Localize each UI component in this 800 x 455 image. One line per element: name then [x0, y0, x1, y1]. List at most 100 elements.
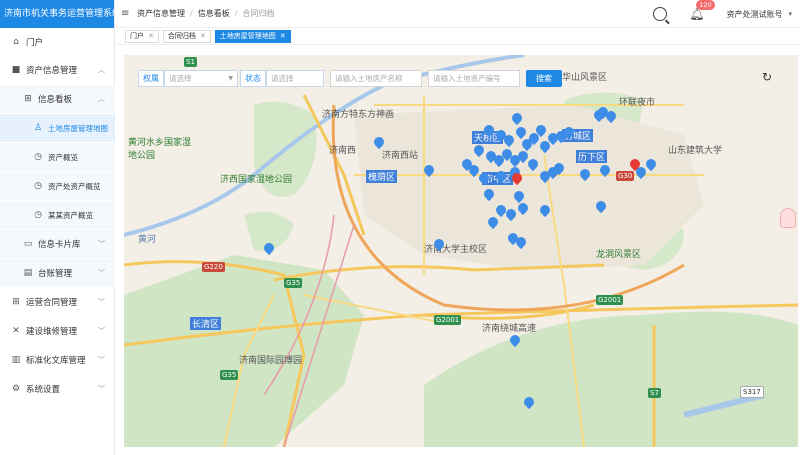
close-icon[interactable]: ✕	[200, 31, 206, 42]
asset-pin-icon[interactable]	[554, 163, 564, 177]
asset-pin-icon[interactable]	[646, 159, 656, 173]
asset-pin-icon[interactable]	[528, 159, 538, 173]
asset-pin-icon[interactable]	[264, 243, 274, 257]
asset-pin-icon[interactable]	[536, 125, 546, 139]
chevron-down-icon[interactable]: ▾	[788, 10, 792, 18]
asset-pin-icon[interactable]	[540, 205, 550, 219]
refresh-icon[interactable]: ↻	[762, 70, 772, 84]
asset-pin-icon[interactable]	[474, 145, 484, 159]
sidebar-item-construction[interactable]: ✕ 建设维修管理 ﹀	[0, 317, 115, 345]
chevron-up-icon: ︿	[98, 95, 105, 103]
car-icon: ■	[11, 65, 21, 75]
sidebar-item-settings[interactable]: ⚙ 系统设置 ﹀	[0, 375, 115, 403]
tab-land-map[interactable]: 土地房屋管理地图 ✕	[214, 29, 291, 43]
map-label: 华山风景区	[562, 73, 608, 83]
notification-badge: 120	[696, 0, 715, 10]
tools-icon: ✕	[12, 326, 20, 336]
sidebar-item-label: 某某资产概览	[48, 210, 93, 220]
asset-pin-icon[interactable]	[479, 173, 489, 187]
asset-pin-icon[interactable]	[600, 165, 610, 179]
ownership-label: 权属	[138, 70, 164, 87]
sidebar-item-dept-asset-overview[interactable]: ◷ 资产处资产概览	[0, 172, 115, 200]
monitor-icon: ▭	[23, 239, 33, 249]
asset-pin-icon[interactable]	[484, 189, 494, 203]
clock-icon: ◷	[34, 210, 42, 220]
asset-pin-icon[interactable]	[374, 137, 384, 151]
tab-contract-archive[interactable]: 合同归档 ✕	[162, 29, 211, 43]
gear-icon: ⚙	[11, 384, 21, 394]
asset-pin-icon[interactable]	[518, 151, 528, 165]
status-select[interactable]: 请选择	[266, 70, 324, 87]
tab-label: 土地房屋管理地图	[219, 31, 276, 40]
app-title: 济南市机关事务运营管理系统	[0, 0, 114, 28]
road-shield: S317	[740, 386, 764, 398]
chevron-down-icon: ﹀	[98, 327, 105, 335]
asset-pin-icon[interactable]	[488, 217, 498, 231]
asset-name-input[interactable]: 请输入土地房产名称	[330, 70, 422, 87]
road-shield: G2001	[596, 295, 624, 305]
tab-portal[interactable]: 门户 ✕	[125, 29, 159, 43]
clock-icon: ◷	[34, 181, 42, 191]
asset-pin-icon[interactable]	[496, 171, 506, 185]
asset-pin-icon[interactable]	[434, 239, 444, 253]
sidebar-item-ledger[interactable]: ▤ 台账管理 ﹀	[0, 259, 115, 287]
sidebar-item-info-cards[interactable]: ▭ 信息卡片库 ﹀	[0, 230, 115, 258]
breadcrumb-item[interactable]: 资产信息管理	[137, 8, 185, 19]
search-button[interactable]: 搜索	[526, 70, 562, 87]
asset-pin-icon[interactable]	[606, 111, 616, 125]
sidebar-item-other-asset-overview[interactable]: ◷ 某某资产概览	[0, 201, 115, 229]
sidebar-item-label: 台账管理	[38, 269, 73, 279]
asset-pin-icon[interactable]	[580, 169, 590, 183]
document-icon: ▤	[23, 268, 33, 278]
assistant-avatar[interactable]	[780, 208, 796, 228]
road-shield: G35	[284, 278, 303, 288]
sidebar-item-asset-overview[interactable]: ◷ 资产概览	[0, 143, 115, 171]
map-label: 济南西	[329, 146, 357, 156]
chevron-up-icon: ︿	[98, 66, 105, 74]
sidebar-item-asset-info[interactable]: ■ 资产信息管理 ︿	[0, 56, 115, 84]
sidebar-item-label: 信息看板	[38, 95, 73, 105]
asset-pin-icon[interactable]	[510, 335, 520, 349]
asset-pin-icon[interactable]	[516, 237, 526, 251]
chevron-down-icon: ﹀	[98, 356, 105, 364]
ownership-select[interactable]: 请选择 ▼	[164, 70, 238, 87]
chevron-down-icon: ﹀	[98, 298, 105, 306]
close-icon[interactable]: ✕	[148, 31, 154, 42]
asset-code-input[interactable]: 请输入土地资产编号	[428, 70, 520, 87]
sidebar-item-label: 门户	[26, 38, 44, 48]
map-label: 黄河	[138, 235, 157, 245]
asset-pin-icon[interactable]	[506, 209, 516, 223]
selected-pin-icon[interactable]	[512, 173, 522, 187]
sidebar-item-label: 建设维修管理	[26, 327, 78, 337]
grid-icon: ⊞	[12, 297, 20, 307]
asset-pin-icon[interactable]	[518, 203, 528, 217]
map-label: 济南方特东方神画	[322, 110, 395, 120]
sidebar-item-land-map[interactable]: ♙ 土地房屋管理地图	[0, 114, 115, 142]
bell-icon[interactable]: 🔔︎ 120	[689, 0, 715, 21]
asset-pin-icon[interactable]	[524, 397, 534, 411]
sidebar-item-label: 资产概览	[48, 152, 78, 162]
asset-pin-icon[interactable]	[484, 125, 494, 139]
map-label: 历下区	[576, 150, 608, 163]
breadcrumb-item[interactable]: 信息看板	[198, 8, 230, 19]
road-shield: G35	[220, 370, 239, 380]
close-icon[interactable]: ✕	[280, 31, 286, 42]
sidebar-item-contracts[interactable]: ⊞ 运营合同管理 ﹀	[0, 288, 115, 316]
map-label: 长清区	[190, 317, 222, 330]
selected-pin-icon[interactable]	[630, 159, 640, 173]
asset-pin-icon[interactable]	[564, 127, 574, 141]
menu-icon[interactable]: ≡	[121, 8, 131, 19]
sidebar-item-info-board[interactable]: ⊞ 信息看板 ︿	[0, 85, 115, 113]
sidebar-item-label: 资产信息管理	[26, 66, 78, 76]
tab-label: 门户	[130, 31, 144, 40]
asset-pin-icon[interactable]	[504, 135, 514, 149]
asset-pin-icon[interactable]	[424, 165, 434, 179]
user-name[interactable]: 资产处测试账号	[726, 9, 782, 20]
asset-pin-icon[interactable]	[469, 165, 479, 179]
map-canvas[interactable]: 华山风景区 环联夜市 济南方特东方神画 天桥区 历城区 济南西站 历下区 黄河水…	[124, 55, 798, 447]
search-icon[interactable]	[653, 7, 668, 21]
asset-pin-icon[interactable]	[596, 201, 606, 215]
sidebar-item-library[interactable]: ▥ 标准化文库管理 ﹀	[0, 346, 115, 374]
asset-pin-icon[interactable]	[512, 113, 522, 127]
sidebar-item-portal[interactable]: ⌂ 门户	[0, 28, 115, 56]
